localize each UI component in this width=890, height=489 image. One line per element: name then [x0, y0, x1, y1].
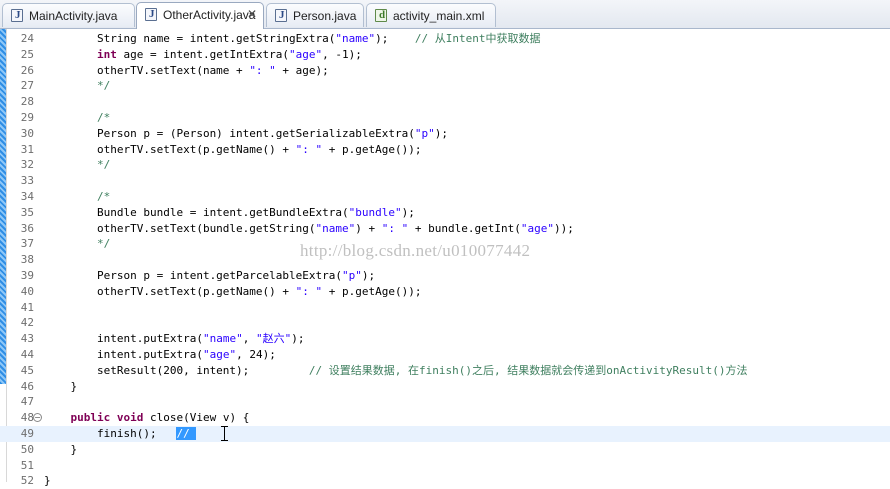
code-line[interactable]: 34 /* [0, 189, 890, 205]
code-line[interactable]: 51 [0, 458, 890, 474]
code-line[interactable]: 50 } [0, 442, 890, 458]
code-line[interactable]: 24 String name = intent.getStringExtra("… [0, 31, 890, 47]
code-line[interactable]: 43 intent.putExtra("name", "赵六"); [0, 331, 890, 347]
code-line[interactable]: 30 Person p = (Person) intent.getSeriali… [0, 126, 890, 142]
line-number: 39 [20, 269, 34, 282]
line-number: 34 [20, 190, 34, 203]
code-text: */ [96, 158, 111, 172]
code-line[interactable]: 25 int age = intent.getIntExtra("age", -… [0, 47, 890, 63]
code-line[interactable]: 44 intent.putExtra("age", 24); [0, 347, 890, 363]
code-line[interactable]: 46 } [0, 379, 890, 395]
code-text: } [44, 442, 78, 456]
fold-toggle-icon[interactable]: − [33, 413, 42, 423]
code-line[interactable]: 39 Person p = intent.getParcelableExtra(… [0, 268, 890, 284]
code-text: Bundle bundle = intent.getBundleExtra("b… [44, 205, 415, 219]
tab-label: MainActivity.java [29, 9, 118, 23]
line-number: 30 [20, 126, 34, 140]
editor-tab-bar: J MainActivity.java J OtherActivity.java… [0, 0, 890, 29]
code-text: */ [96, 237, 111, 251]
tab-label: OtherActivity.java [163, 8, 256, 22]
line-number: 45 [20, 363, 34, 377]
code-line[interactable]: 40 otherTV.setText(p.getName() + ": " + … [0, 284, 890, 300]
code-text: String name = intent.getStringExtra("nam… [44, 32, 541, 45]
xml-file-icon: d [375, 9, 387, 22]
line-number: 46 [20, 379, 34, 393]
line-number: 25 [20, 47, 34, 61]
line-number: 42 [20, 316, 34, 330]
code-text: otherTV.setText(p.getName() + ": " + p.g… [44, 284, 422, 298]
tab-label: activity_main.xml [393, 9, 485, 23]
code-text: } [44, 474, 51, 488]
tab-other-activity[interactable]: J OtherActivity.java ✕ [136, 2, 264, 29]
code-line[interactable]: 28 [0, 94, 890, 110]
code-line[interactable]: 49 finish(); // [0, 426, 890, 442]
code-text: public void close(View v) { [70, 411, 250, 425]
line-number: 47 [20, 395, 34, 409]
code-text: intent.putExtra("age", 24); [44, 348, 276, 361]
code-line[interactable]: 31 otherTV.setText(p.getName() + ": " + … [0, 142, 890, 158]
line-number: 28 [20, 95, 34, 109]
code-line[interactable]: 33 [0, 173, 890, 189]
line-number: 52 [20, 474, 34, 488]
line-number: 51 [20, 458, 34, 472]
line-number: 38 [20, 253, 34, 267]
code-line[interactable]: 36 otherTV.setText(bundle.getString("nam… [0, 221, 890, 237]
line-number: 33 [20, 174, 34, 188]
line-number: 26 [20, 63, 34, 77]
code-text: Person p = intent.getParcelableExtra("p"… [44, 269, 376, 282]
line-number: 31 [20, 142, 34, 156]
code-text: setResult(200, intent); // 设置结果数据, 在fini… [44, 363, 748, 377]
code-line[interactable]: 26 otherTV.setText(name + ": " + age); [0, 63, 890, 79]
line-number: 44 [20, 348, 34, 361]
code-line[interactable]: 29 /* [0, 110, 890, 126]
java-file-icon: J [145, 8, 157, 21]
line-number: 49 [20, 427, 34, 440]
code-text: intent.putExtra("name", "赵六"); [44, 332, 305, 346]
code-line[interactable]: 27 */ [0, 78, 890, 94]
code-editor[interactable]: 24 String name = intent.getStringExtra("… [0, 29, 890, 487]
code-text: finish(); // [44, 427, 197, 440]
java-file-icon: J [275, 9, 287, 22]
watermark: http://blog.csdn.net/u010077442 [300, 241, 531, 260]
code-line[interactable]: 32 */ [0, 157, 890, 173]
line-number: 29 [20, 111, 34, 124]
line-number: 50 [20, 442, 34, 456]
code-text: } [44, 379, 78, 393]
line-number: 35 [20, 205, 34, 219]
code-text: Person p = (Person) intent.getSerializab… [44, 126, 448, 140]
line-number: 41 [20, 300, 34, 314]
close-icon[interactable]: ✕ [247, 7, 257, 21]
line-number: 36 [20, 221, 34, 235]
line-number: 24 [20, 32, 34, 45]
code-line[interactable]: 42 [0, 315, 890, 331]
tab-label: Person.java [293, 9, 357, 23]
line-number: 37 [20, 237, 34, 251]
code-text: otherTV.setText(name + ": " + age); [44, 63, 329, 77]
code-line[interactable]: 48− public void close(View v) { [0, 410, 890, 426]
line-number: 43 [20, 332, 34, 346]
code-text: /* [96, 190, 111, 203]
line-number: 48 [20, 411, 34, 425]
code-line[interactable]: 41 [0, 300, 890, 316]
tab-main-activity[interactable]: J MainActivity.java [2, 3, 135, 27]
code-text: otherTV.setText(bundle.getString("name")… [44, 221, 574, 235]
code-text: int age = intent.getIntExtra("age", -1); [96, 47, 362, 61]
code-text: /* [96, 111, 111, 124]
code-text: */ [96, 79, 111, 93]
line-number: 27 [20, 79, 34, 93]
code-text: otherTV.setText(p.getName() + ": " + p.g… [44, 142, 422, 156]
code-line[interactable]: 52} [0, 473, 890, 489]
tab-activity-main-xml[interactable]: d activity_main.xml [366, 3, 496, 27]
line-number: 32 [20, 158, 34, 172]
code-line[interactable]: 35 Bundle bundle = intent.getBundleExtra… [0, 205, 890, 221]
tab-person[interactable]: J Person.java [266, 3, 364, 27]
text-cursor-icon [221, 426, 228, 441]
java-file-icon: J [11, 9, 23, 22]
code-line[interactable]: 45 setResult(200, intent); // 设置结果数据, 在f… [0, 363, 890, 379]
line-number: 40 [20, 284, 34, 298]
code-line[interactable]: 47 [0, 394, 890, 410]
